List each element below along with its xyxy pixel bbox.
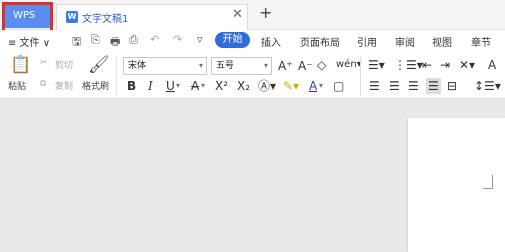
italic-button[interactable]: I — [148, 79, 153, 93]
font-size-value: 五号 — [216, 61, 235, 71]
chevron-down-icon: ▾ — [263, 61, 268, 70]
clear-format-icon[interactable]: ◇ — [317, 58, 326, 72]
line-spacing-icon[interactable]: ↕☰▾ — [474, 79, 501, 93]
tab-home[interactable]: 开始 — [215, 32, 250, 48]
strikethrough-button[interactable]: A — [191, 79, 199, 93]
tab-view[interactable]: 视图 — [432, 34, 452, 49]
cut-icon[interactable]: ✂ — [40, 58, 48, 68]
bullet-list-icon[interactable]: ☰▾ — [368, 58, 385, 72]
tab-review[interactable]: 审阅 — [395, 34, 415, 49]
writer-doc-icon: W — [66, 11, 78, 23]
close-icon[interactable]: ✕ — [232, 7, 243, 22]
customize-dropdown-icon[interactable]: ▿ — [197, 33, 203, 46]
align-right-icon[interactable]: ☰ — [408, 79, 419, 93]
pinyin-guide-icon[interactable]: wén▾ — [336, 58, 362, 72]
page-margin-corner-mark — [483, 175, 493, 189]
redo-icon[interactable]: ↷ — [173, 33, 182, 46]
numbered-list-icon[interactable]: ⋮☰▾ — [394, 58, 423, 72]
chevron-down-icon[interactable]: ▾ — [201, 79, 205, 93]
font-grow-icon[interactable]: A⁺ — [278, 59, 293, 73]
tab-references[interactable]: 引用 — [357, 34, 377, 49]
align-center-icon[interactable]: ☰ — [389, 79, 400, 93]
document-tab-title: 文字文稿1 — [82, 14, 129, 25]
font-color-button[interactable]: A — [309, 79, 317, 93]
highlight-color-icon[interactable]: ✎▾ — [283, 79, 299, 93]
new-tab-button[interactable]: + — [259, 3, 272, 22]
file-menu-button[interactable]: ≡ 文件 ∨ — [8, 34, 50, 49]
font-size-select[interactable]: 五号 ▾ — [211, 57, 272, 75]
align-left-icon[interactable]: ☰ — [369, 79, 380, 93]
tab-page-layout[interactable]: 页面布局 — [300, 34, 340, 49]
font-shrink-icon[interactable]: A⁻ — [298, 59, 313, 73]
undo-icon[interactable]: ↶ — [150, 33, 159, 46]
wps-home-tab[interactable]: WPS — [4, 4, 52, 28]
paste-icon[interactable]: 📋 — [10, 55, 31, 75]
chevron-down-icon[interactable]: ▾ — [176, 79, 180, 93]
print-icon[interactable]: 🖶 — [110, 33, 120, 52]
document-tab[interactable]: W 文字文稿1 ✕ — [56, 4, 248, 30]
decrease-indent-icon[interactable]: ⇤ — [422, 58, 432, 72]
increase-indent-icon[interactable]: ⇥ — [440, 58, 450, 72]
print-preview-icon[interactable]: ⎙ — [129, 33, 138, 47]
justify-icon[interactable]: ☰ — [426, 78, 441, 94]
title-tab-bar: WPS W 文字文稿1 ✕ + — [0, 0, 505, 33]
paste-button[interactable]: 粘贴 — [8, 79, 26, 92]
format-painter-icon[interactable]: 🖌 — [88, 55, 110, 75]
export-icon[interactable]: ⎘ — [91, 33, 100, 47]
tab-insert[interactable]: 插入 — [261, 34, 281, 49]
copy-button[interactable]: 复制 — [55, 79, 73, 92]
bold-button[interactable]: B — [127, 79, 136, 93]
distributed-align-icon[interactable]: ⊟ — [447, 79, 457, 93]
group-divider — [360, 56, 361, 96]
text-direction-icon[interactable]: A — [488, 58, 496, 72]
cut-button[interactable]: 剪切 — [55, 58, 73, 71]
chinese-layout-icon[interactable]: ✕▾ — [459, 58, 475, 72]
format-painter-button[interactable]: 格式刷 — [82, 79, 109, 92]
font-name-value: 宋体 — [128, 61, 147, 71]
chevron-down-icon[interactable]: ▾ — [319, 79, 323, 93]
character-border-icon[interactable]: ▢ — [333, 79, 344, 93]
copy-icon[interactable]: ⧉ — [40, 79, 46, 89]
ribbon-menu-row: ≡ 文件 ∨ 🖫 ⎘ 🖶 ⎙ ↶ ↷ ▿ 开始 插入 页面布局 引用 审阅 视图… — [0, 30, 505, 52]
text-effect-icon[interactable]: Ⓐ▾ — [258, 79, 276, 93]
underline-button[interactable]: U — [166, 79, 175, 93]
save-icon[interactable]: 🖫 — [72, 33, 81, 52]
home-ribbon: 📋 粘贴 ✂ 剪切 ⧉ 复制 🖌 格式刷 宋体 ▾ 五号 ▾ A⁺ A⁻ ◇ w… — [0, 52, 505, 99]
group-divider — [116, 56, 117, 96]
font-name-select[interactable]: 宋体 ▾ — [123, 57, 207, 75]
superscript-button[interactable]: X² — [215, 79, 228, 93]
chevron-down-icon: ▾ — [198, 61, 203, 70]
tab-chapter[interactable]: 章节 — [471, 34, 491, 49]
subscript-button[interactable]: X₂ — [237, 79, 250, 93]
